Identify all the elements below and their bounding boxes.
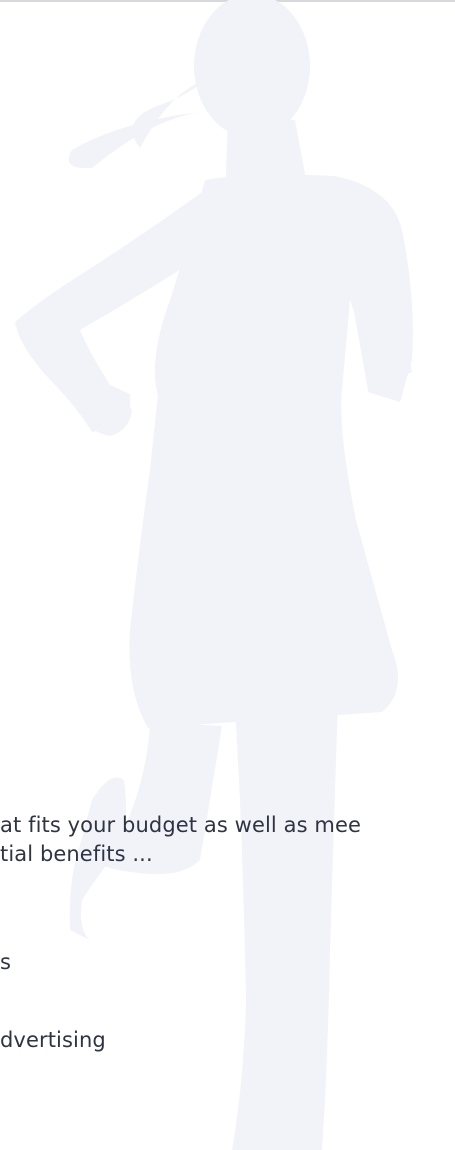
intro-text-line-2: tial benefits ... [0,842,153,866]
list-item-1: s [0,950,12,974]
running-woman-silhouette-icon [15,0,413,1150]
intro-text-line-1: at fits your budget as well as mee [0,813,361,837]
list-item-2: dvertising [0,1028,106,1052]
